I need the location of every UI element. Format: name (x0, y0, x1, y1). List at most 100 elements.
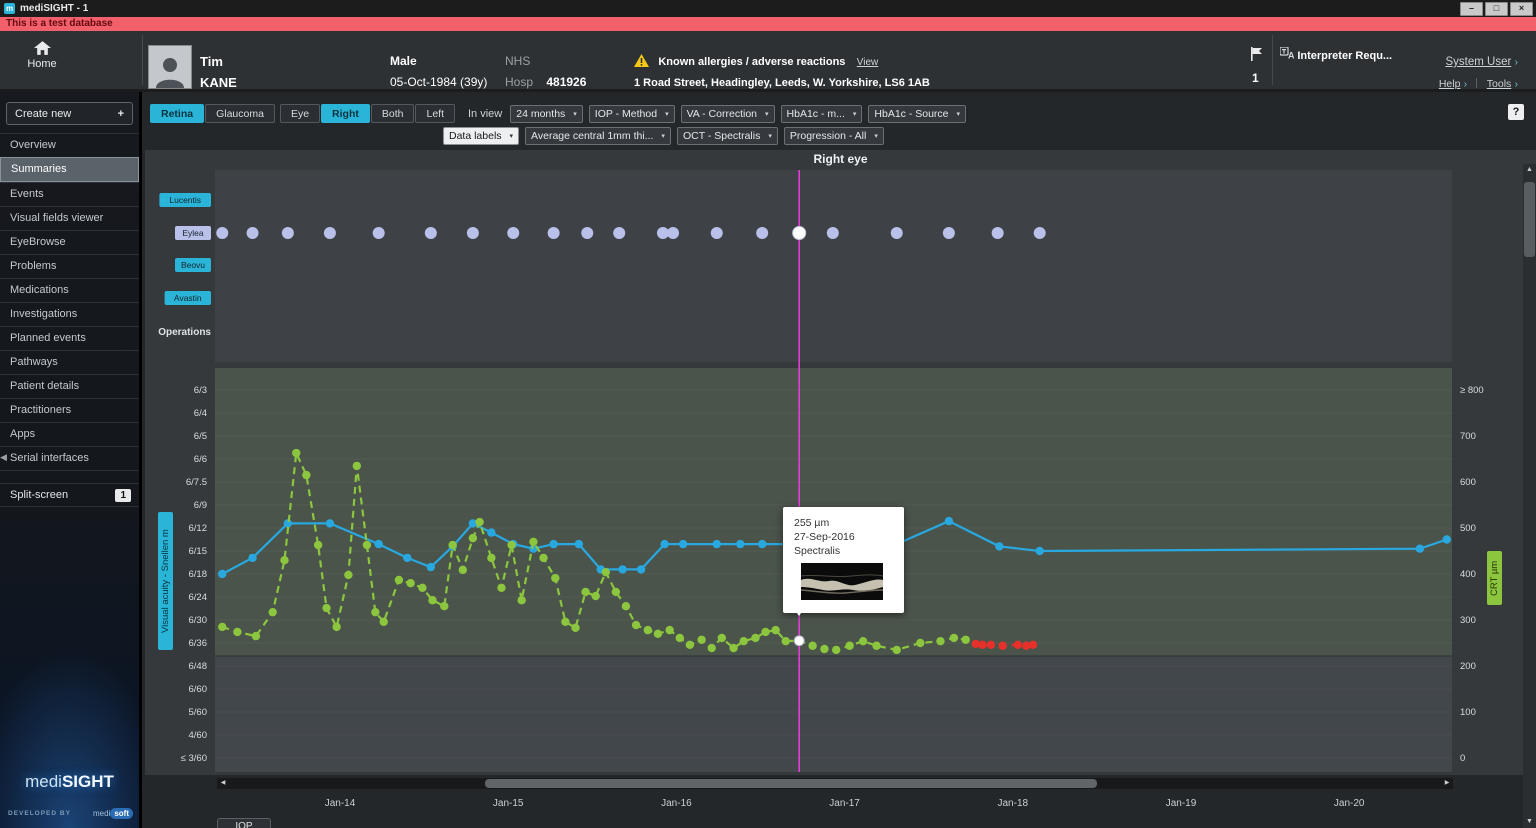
series-point-crt[interactable] (771, 625, 780, 635)
vertical-scrollbar-thumb[interactable] (1524, 182, 1535, 257)
eylea-injection-dot[interactable] (246, 227, 259, 239)
series-point-crt[interactable] (729, 643, 738, 653)
series-point-crt[interactable] (487, 553, 496, 563)
series-point-crt[interactable] (685, 640, 695, 650)
series-point-visual-acuity[interactable] (944, 516, 954, 526)
series-point-crt-flagged[interactable] (1028, 640, 1038, 650)
series-point-crt[interactable] (448, 540, 457, 550)
eylea-injection-dot[interactable] (710, 227, 723, 239)
eylea-injection-dot[interactable] (826, 227, 839, 239)
horizontal-scrollbar-thumb[interactable] (485, 779, 1097, 788)
series-point-crt[interactable] (379, 617, 388, 627)
select-average-central-1mm-thi[interactable]: Average central 1mm thi... ▾ (525, 127, 671, 145)
create-new-button[interactable]: Create new + (6, 102, 133, 125)
series-point-crt[interactable] (820, 644, 829, 654)
selected-crt-point[interactable] (793, 635, 805, 647)
series-point-visual-acuity[interactable] (549, 539, 558, 549)
selected-eylea-injection-dot[interactable] (792, 226, 807, 240)
select-va-correction[interactable]: VA - Correction ▾ (680, 104, 775, 123)
series-point-crt[interactable] (751, 633, 760, 643)
series-point-crt[interactable] (631, 620, 641, 630)
scroll-right-icon[interactable]: ▶ (1441, 778, 1453, 789)
series-point-visual-acuity[interactable] (1035, 546, 1044, 556)
series-point-crt[interactable] (313, 540, 323, 550)
sidebar-collapse-arrow[interactable]: ◀ (0, 452, 7, 463)
series-point-crt[interactable] (251, 631, 261, 641)
system-user-link[interactable]: System User (1445, 56, 1511, 68)
series-point-crt[interactable] (551, 573, 560, 583)
tab-iop[interactable]: IOP (217, 818, 271, 828)
series-point-crt[interactable] (653, 629, 663, 638)
eye-button-eye[interactable]: Eye (279, 104, 321, 123)
series-point-crt-flagged[interactable] (998, 641, 1007, 650)
series-point-crt[interactable] (858, 636, 868, 646)
series-point-crt-flagged[interactable] (1013, 640, 1023, 650)
series-point-visual-acuity[interactable] (660, 539, 669, 549)
sidebar-item-serial-interfaces[interactable]: Serial interfaces (0, 446, 139, 471)
series-point-crt[interactable] (936, 636, 945, 646)
eylea-injection-dot[interactable] (466, 227, 479, 239)
help-button[interactable]: ? (1508, 104, 1524, 120)
select-oct-spectralis[interactable]: OCT - Spectralis ▾ (676, 127, 778, 145)
home-button[interactable]: Home (16, 41, 68, 70)
allergies-view-link[interactable]: View (857, 57, 879, 68)
series-point-crt[interactable] (961, 635, 970, 644)
sidebar-item-planned-events[interactable]: Planned events (0, 326, 139, 350)
eylea-injection-dot[interactable] (942, 227, 955, 239)
close-button[interactable]: × (1510, 1, 1533, 16)
eylea-injection-dot[interactable] (581, 227, 594, 239)
series-point-crt[interactable] (949, 633, 959, 643)
series-point-crt[interactable] (406, 579, 415, 588)
series-point-crt[interactable] (394, 575, 404, 585)
patient-photo[interactable] (148, 45, 192, 89)
series-point-crt[interactable] (218, 622, 227, 632)
scroll-down-icon[interactable]: ▼ (1523, 816, 1536, 828)
series-point-crt[interactable] (717, 633, 727, 643)
select-progression-all[interactable]: Progression - All ▾ (783, 127, 884, 145)
eylea-injection-dot[interactable] (613, 227, 626, 239)
minimize-button[interactable]: – (1460, 1, 1483, 16)
series-point-crt[interactable] (362, 540, 372, 550)
eylea-injection-dot[interactable] (756, 227, 769, 239)
series-point-visual-acuity[interactable] (636, 565, 646, 574)
sidebar-item-visual-fields-viewer[interactable]: Visual fields viewer (0, 206, 139, 230)
series-point-crt[interactable] (292, 448, 301, 458)
series-point-crt[interactable] (475, 517, 484, 527)
series-point-visual-acuity[interactable] (712, 539, 721, 549)
series-point-crt[interactable] (697, 635, 706, 644)
series-point-crt[interactable] (611, 587, 621, 597)
eylea-injection-dot[interactable] (424, 227, 437, 239)
series-point-crt[interactable] (233, 627, 242, 637)
series-point-crt[interactable] (845, 641, 854, 650)
series-point-crt[interactable] (781, 636, 790, 646)
eylea-injection-dot[interactable] (890, 227, 903, 239)
eylea-injection-dot[interactable] (281, 227, 294, 239)
select-iop-method[interactable]: IOP - Method ▾ (588, 104, 675, 123)
series-point-crt[interactable] (761, 627, 770, 637)
sidebar-item-practitioners[interactable]: Practitioners (0, 398, 139, 422)
series-point-crt[interactable] (507, 540, 516, 550)
series-point-visual-acuity[interactable] (574, 539, 584, 549)
series-point-crt[interactable] (643, 625, 653, 635)
series-point-crt[interactable] (581, 587, 590, 597)
series-point-visual-acuity[interactable] (995, 542, 1004, 551)
series-point-visual-acuity[interactable] (1415, 544, 1425, 553)
series-point-crt[interactable] (332, 622, 341, 632)
series-point-crt[interactable] (892, 645, 901, 655)
help-link[interactable]: Help (1439, 78, 1461, 90)
tab-retina[interactable]: Retina (150, 104, 205, 123)
series-point-crt[interactable] (428, 596, 437, 605)
maximize-button[interactable]: □ (1485, 1, 1508, 16)
series-point-crt[interactable] (468, 533, 478, 543)
sidebar-item-investigations[interactable]: Investigations (0, 302, 139, 326)
series-point-crt[interactable] (665, 625, 674, 635)
select-hba1c-source[interactable]: HbA1c - Source ▾ (868, 104, 967, 123)
eylea-injection-dot[interactable] (216, 227, 229, 239)
series-point-visual-acuity[interactable] (678, 539, 688, 549)
sidebar-item-apps[interactable]: Apps (0, 422, 139, 446)
tab-glaucoma[interactable]: Glaucoma (205, 104, 275, 123)
eylea-injection-dot[interactable] (667, 227, 680, 239)
series-point-crt[interactable] (440, 602, 449, 611)
vertical-scrollbar[interactable]: ▲ ▼ (1523, 164, 1536, 828)
series-point-crt[interactable] (621, 602, 631, 611)
